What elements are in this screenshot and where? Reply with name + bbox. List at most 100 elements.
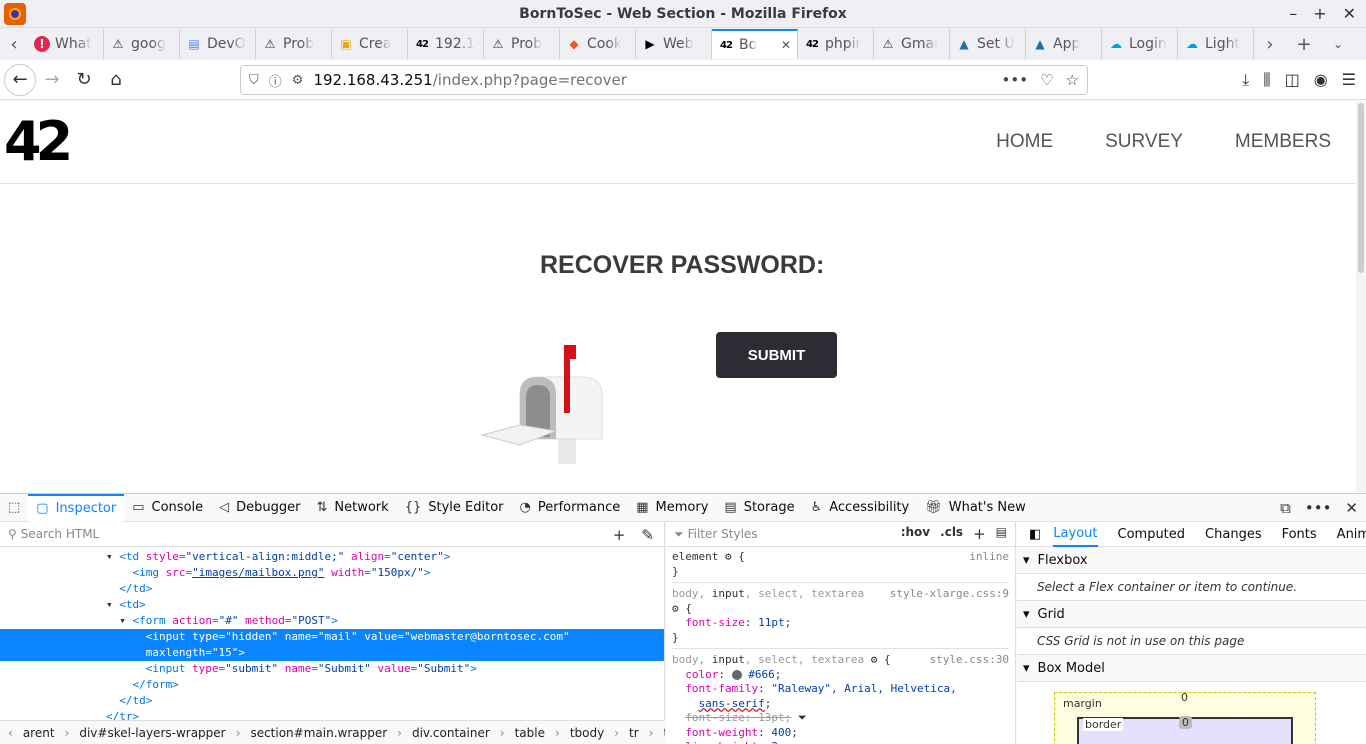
devtools-menu-icon[interactable]: ••• xyxy=(1305,499,1332,517)
grid-section[interactable]: ▾ Grid xyxy=(1017,601,1366,628)
close-tab-icon[interactable]: ✕ xyxy=(781,38,791,52)
tab-storage[interactable]: ▤ Storage xyxy=(716,494,802,522)
browser-tab[interactable]: ▤ DevO xyxy=(180,29,256,59)
browser-tab[interactable]: ⚠ Gmai xyxy=(874,29,950,59)
box-model-margin[interactable]: margin 0 border 0 xyxy=(1054,691,1316,744)
browser-tab[interactable]: ⚠ Prob xyxy=(256,29,332,59)
close-window-button[interactable]: ✕ xyxy=(1343,4,1356,23)
html-node[interactable]: ▾ <td style="vertical-align:middle;" ali… xyxy=(0,549,664,565)
menu-survey[interactable]: SURVEY xyxy=(1105,131,1183,153)
flexbox-section[interactable]: ▾ Flexbox xyxy=(1017,547,1366,574)
search-html-input[interactable]: ⚲ Search HTML + ✎ xyxy=(0,522,664,547)
box-model-section[interactable]: ▾ Box Model xyxy=(1017,655,1366,682)
add-node-icon[interactable]: + xyxy=(613,526,626,544)
page-scrollbar[interactable] xyxy=(1356,101,1366,493)
browser-tab[interactable]: ! What xyxy=(28,29,104,59)
tab-active[interactable]: 42 Bo ✕ xyxy=(712,29,798,59)
downloads-icon[interactable]: ⤓ xyxy=(1242,70,1249,90)
tabs-scroll-right-icon[interactable]: › xyxy=(1256,34,1284,55)
breadcrumb-item[interactable]: arent xyxy=(23,726,55,740)
tab-debugger[interactable]: ◁ Debugger xyxy=(211,494,308,522)
library-icon[interactable]: ⫼ xyxy=(1263,70,1270,90)
browser-tab[interactable]: 42 phpir xyxy=(798,29,874,59)
tab-memory[interactable]: ▦ Memory xyxy=(628,494,716,522)
eyedropper-icon[interactable]: ✎ xyxy=(641,526,654,544)
breadcrumb-item[interactable]: section#main.wrapper xyxy=(250,726,387,740)
maximize-button[interactable]: + xyxy=(1313,4,1326,23)
browser-tab[interactable]: ◆ Cook xyxy=(560,29,636,59)
breadcrumb-item[interactable]: div#skel-layers-wrapper xyxy=(79,726,225,740)
forward-icon[interactable]: → xyxy=(36,64,68,96)
tab-network[interactable]: ⇅ Network xyxy=(309,494,397,522)
html-tree[interactable]: ▾ <td style="vertical-align:middle;" ali… xyxy=(0,547,664,725)
menu-home[interactable]: HOME xyxy=(996,131,1053,153)
layout-view-icon[interactable]: ◧ xyxy=(1029,527,1041,542)
html-node[interactable]: ▾ <td> xyxy=(0,597,664,613)
browser-tab[interactable]: ▶ Web xyxy=(636,29,712,59)
breadcrumb-left-icon[interactable]: ‹ xyxy=(8,726,13,740)
page-actions-icon[interactable]: ••• xyxy=(1002,71,1029,89)
dock-icon[interactable]: ⧉ xyxy=(1280,499,1291,517)
account-icon[interactable]: ◉ xyxy=(1314,70,1328,90)
tab-animations[interactable]: Animat xyxy=(1337,527,1366,542)
breadcrumb-item[interactable]: tr xyxy=(629,726,639,740)
element-picker-icon[interactable]: ⬚ xyxy=(0,494,28,522)
tabs-scroll-left-icon[interactable]: ‹ xyxy=(0,34,28,55)
menu-members[interactable]: MEMBERS xyxy=(1235,131,1331,153)
html-node[interactable]: </form> xyxy=(0,677,664,693)
url-bar[interactable]: ⛉ ⓘ ⚙ 192.168.43.251 /index.php?page=rec… xyxy=(240,65,1088,95)
breadcrumb-item[interactable]: tbody xyxy=(570,726,604,740)
site-logo[interactable]: 42 xyxy=(4,115,73,169)
browser-tab[interactable]: ☁ Light xyxy=(1178,29,1254,59)
browser-tab[interactable]: ⚠ goog xyxy=(104,29,180,59)
reload-icon[interactable]: ↻ xyxy=(68,64,100,96)
tab-fonts[interactable]: Fonts xyxy=(1282,527,1317,542)
print-simulation-icon[interactable]: ▤ xyxy=(996,525,1007,543)
home-icon[interactable]: ⌂ xyxy=(100,64,132,96)
sidebar-icon[interactable]: ◫ xyxy=(1285,70,1300,90)
html-node[interactable]: ▾ <form action="#" method="POST"> xyxy=(0,613,664,629)
browser-tab[interactable]: ▲ App xyxy=(1026,29,1102,59)
html-node-selected[interactable]: maxlength="15"> xyxy=(0,645,664,661)
tab-accessibility[interactable]: ♿ Accessibility xyxy=(803,494,918,522)
tab-performance[interactable]: ◔ Performance xyxy=(512,494,629,522)
tab-inspector[interactable]: ▢ Inspector xyxy=(28,493,125,522)
add-rule-icon[interactable]: + xyxy=(973,525,986,543)
tab-changes[interactable]: Changes xyxy=(1205,527,1262,542)
pocket-icon[interactable]: ♡ xyxy=(1040,71,1053,89)
tab-computed[interactable]: Computed xyxy=(1118,527,1186,542)
css-rules[interactable]: element ⚙ {inline} body, input, select, … xyxy=(666,547,1015,744)
breadcrumb-item[interactable]: div.container xyxy=(412,726,490,740)
tab-whats-new[interactable]: 🎁︎ What's New xyxy=(917,494,1034,522)
breadcrumb-item[interactable]: table xyxy=(515,726,545,740)
browser-tab[interactable]: ☁ Login xyxy=(1102,29,1178,59)
cls-toggle[interactable]: .cls xyxy=(940,525,963,543)
hov-toggle[interactable]: :hov xyxy=(901,525,930,543)
tab-layout[interactable]: Layout xyxy=(1053,522,1098,547)
html-node[interactable]: <input type="submit" name="Submit" value… xyxy=(0,661,664,677)
html-node[interactable]: <img src="images/mailbox.png" width="150… xyxy=(0,565,664,581)
new-tab-icon[interactable]: + xyxy=(1290,34,1318,55)
bookmark-star-icon[interactable]: ☆ xyxy=(1066,71,1079,89)
shield-icon[interactable]: ⛉ xyxy=(249,73,259,88)
submit-button[interactable]: SUBMIT xyxy=(716,332,837,378)
info-icon[interactable]: ⓘ xyxy=(269,71,282,90)
html-node[interactable]: </td> xyxy=(0,693,664,709)
menu-icon[interactable]: ☰ xyxy=(1342,70,1356,90)
permissions-icon[interactable]: ⚙ xyxy=(292,73,304,88)
browser-tab[interactable]: ▣ Crea xyxy=(332,29,408,59)
browser-tab[interactable]: ⚠ Prob xyxy=(484,29,560,59)
close-devtools-icon[interactable]: ✕ xyxy=(1345,499,1358,517)
tab-console[interactable]: ▭ Console xyxy=(124,494,211,522)
back-icon[interactable]: ← xyxy=(4,63,36,96)
browser-tab[interactable]: ▲ Set U xyxy=(950,29,1026,59)
box-model-border[interactable]: border 0 xyxy=(1077,716,1293,744)
browser-tab[interactable]: 42 192.1 xyxy=(408,29,484,59)
html-node-selected[interactable]: <input type="hidden" name="mail" value="… xyxy=(0,629,664,645)
filter-styles-input[interactable]: ⏷ Filter Styles :hov .cls + ▤ xyxy=(666,522,1015,547)
tab-style-editor[interactable]: {} Style Editor xyxy=(397,494,512,522)
list-tabs-icon[interactable]: ⌄ xyxy=(1324,37,1352,51)
minimize-button[interactable]: – xyxy=(1289,4,1297,23)
breadcrumb-item[interactable]: td xyxy=(663,726,665,740)
html-node[interactable]: </td> xyxy=(0,581,664,597)
